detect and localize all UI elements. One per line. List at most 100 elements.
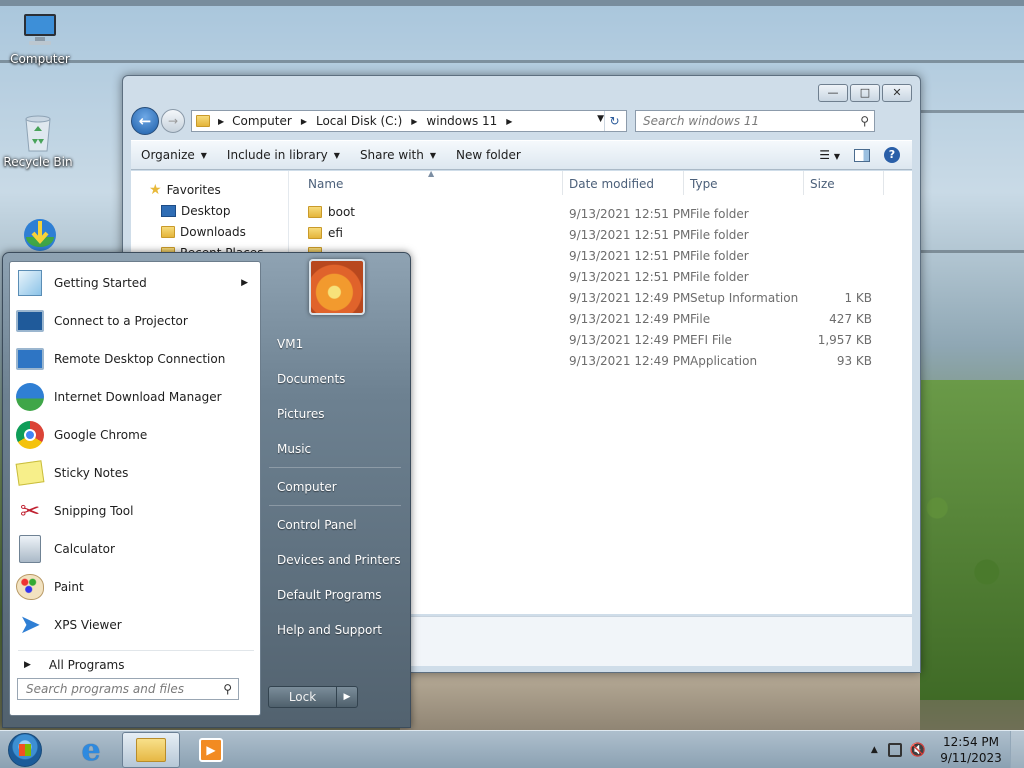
search-icon[interactable]: ⚲ [860,114,869,128]
breadcrumb-sep-icon[interactable]: ▶ [411,117,417,126]
snipping-tool-icon: ✂ [19,497,41,525]
search-input[interactable]: Search windows 11 ⚲ [635,110,875,132]
show-desktop-button[interactable] [1010,731,1024,768]
start-program-sticky-notes[interactable]: Sticky Notes [14,455,258,491]
include-in-library-button[interactable]: Include in library ▼ [217,148,350,162]
back-button[interactable]: ← [131,107,159,135]
all-programs-button[interactable]: ▶ All Programs [18,650,254,674]
nav-item-desktop[interactable]: Desktop [149,200,288,221]
start-right-help-support[interactable]: Help and Support [277,623,382,637]
start-program-calculator[interactable]: Calculator [14,531,258,567]
start-right-computer[interactable]: Computer [277,480,337,494]
submenu-arrow-icon[interactable]: ▶ [241,278,248,288]
preview-pane-icon[interactable] [854,148,870,162]
lock-label[interactable]: Lock [269,687,337,707]
start-button[interactable] [8,733,42,767]
forward-button[interactable]: → [161,109,185,133]
wallpaper-beam [920,250,1024,253]
column-header-name[interactable]: Name [308,177,343,191]
address-dropdown-icon[interactable]: ▼ [597,114,604,124]
folder-icon [308,206,322,218]
shutdown-options-arrow-icon[interactable]: ▶ [337,687,357,707]
file-date: 9/13/2021 12:49 PM [569,333,691,347]
help-icon[interactable]: ? [884,147,900,163]
clock-date: 9/11/2023 [940,751,1002,765]
minimize-button[interactable]: — [818,84,848,102]
start-program-paint[interactable]: Paint [14,569,258,605]
start-search-input[interactable]: Search programs and files ⚲ [17,678,239,700]
clock[interactable]: 12:54 PM 9/11/2023 [932,734,1010,766]
start-program-label: Calculator [54,542,115,556]
command-bar: Organize ▼ Include in library ▼ Share with… [131,140,912,170]
column-divider[interactable] [803,171,804,195]
file-name-text: efi [328,226,343,240]
start-program-snipping-tool[interactable]: ✂ Snipping Tool [14,493,258,529]
organize-button[interactable]: Organize ▼ [131,148,217,162]
user-avatar[interactable] [309,259,365,315]
file-type: File folder [690,249,749,263]
breadcrumb-sep-icon[interactable]: ▶ [506,117,512,126]
projector-icon [14,305,46,337]
start-right-user[interactable]: VM1 [277,337,303,351]
file-date: 9/13/2021 12:51 PM [569,228,691,242]
close-button[interactable]: ✕ [882,84,912,102]
nav-item-downloads[interactable]: Downloads [149,221,288,242]
show-hidden-icons-icon[interactable]: ▲ [871,745,878,755]
column-header-date-modified[interactable]: Date modified [569,177,654,191]
desktop-icon-idm[interactable] [2,215,78,257]
breadcrumb-sep-icon[interactable]: ▶ [301,117,307,126]
desktop-icon-computer[interactable]: Computer [2,10,78,66]
start-right-pictures[interactable]: Pictures [277,407,325,421]
back-arrow-icon: ← [138,112,152,130]
start-program-idm[interactable]: Internet Download Manager [14,379,258,415]
column-divider[interactable] [683,171,684,195]
column-header-size[interactable]: Size [810,177,835,191]
breadcrumb-local-disk[interactable]: Local Disk (C:) [316,114,402,128]
lock-button[interactable]: Lock ▶ [268,686,358,708]
start-right-devices-printers[interactable]: Devices and Printers [277,553,401,567]
taskbar-file-explorer[interactable] [122,732,180,768]
column-divider[interactable] [883,171,884,195]
file-row[interactable]: boot 9/13/2021 12:51 PM File folder [290,203,912,224]
view-options-icon[interactable]: ☰ ▼ [819,148,840,162]
start-right-music[interactable]: Music [277,442,311,456]
file-row[interactable]: efi 9/13/2021 12:51 PM File folder [290,224,912,245]
chrome-icon [14,419,46,451]
start-right-default-programs[interactable]: Default Programs [277,588,382,602]
new-folder-button[interactable]: New folder [446,148,531,162]
idm-icon [14,381,46,413]
start-right-documents[interactable]: Documents [277,372,345,386]
recycle-bin-icon [18,113,58,153]
start-program-xps-viewer[interactable]: ➤ XPS Viewer [14,607,258,643]
start-program-remote-desktop[interactable]: Remote Desktop Connection [14,341,258,377]
folder-icon [308,227,322,239]
file-name: efi [308,226,343,240]
column-header-type[interactable]: Type [690,177,718,191]
breadcrumb-computer[interactable]: Computer [232,114,292,128]
column-divider[interactable] [562,171,563,195]
volume-muted-icon[interactable]: 🔇 [910,743,926,758]
taskbar-internet-explorer[interactable]: e [62,732,120,768]
wallpaper-floor [400,672,920,732]
search-icon[interactable]: ⚲ [223,682,232,696]
taskbar-media-player[interactable]: ▶ [182,732,240,768]
nav-favorites[interactable]: ★ Favorites [149,179,288,200]
start-program-getting-started[interactable]: Getting Started ▶ [14,265,258,301]
start-program-chrome[interactable]: Google Chrome [14,417,258,453]
address-bar[interactable]: ▶ Computer ▶ Local Disk (C:) ▶ windows 1… [191,110,627,132]
file-date: 9/13/2021 12:51 PM [569,207,691,221]
all-programs-label: All Programs [48,657,125,672]
desktop-folder-icon [161,204,176,217]
desktop-icon-recycle-bin[interactable]: Recycle Bin [0,113,76,169]
desktop-icon-label: Recycle Bin [3,155,73,169]
breadcrumb-windows-11[interactable]: windows 11 [426,114,497,128]
network-icon[interactable] [887,743,902,757]
refresh-icon[interactable]: ↻ [604,111,624,131]
start-right-control-panel[interactable]: Control Panel [277,518,357,532]
start-program-label: Connect to a Projector [54,314,188,328]
start-menu: Getting Started ▶ Connect to a Projector Re… [2,252,411,728]
chevron-down-icon: ▼ [333,150,340,160]
share-with-button[interactable]: Share with ▼ [350,148,446,162]
start-program-projector[interactable]: Connect to a Projector [14,303,258,339]
maximize-button[interactable]: □ [850,84,880,102]
